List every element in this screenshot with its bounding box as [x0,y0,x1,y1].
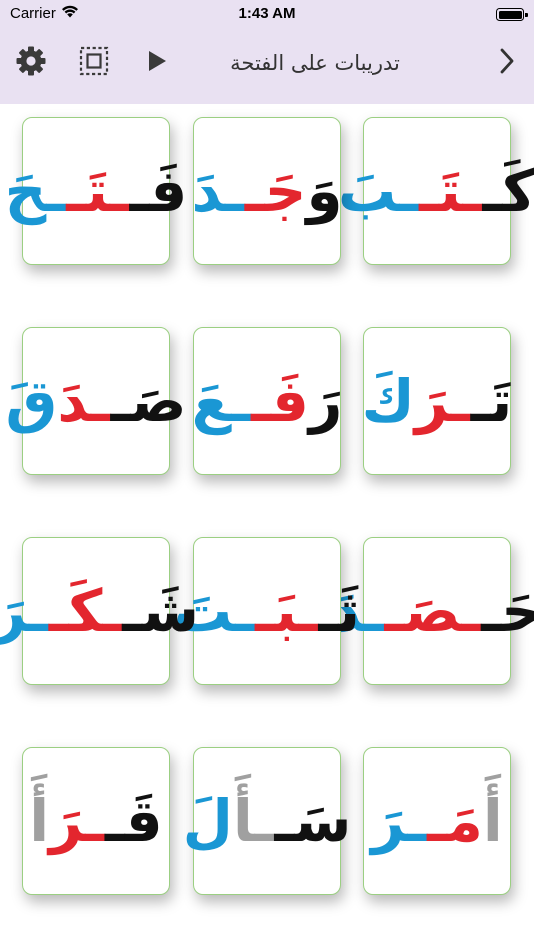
word-card[interactable]: وَجَــدَ [192,117,343,265]
word-text: أَمَــرَ [371,792,503,850]
letter-segment: ـرَ [371,787,428,855]
word-text: تَــرَكَ [362,372,513,430]
word-text: قَــرَأَ [29,792,163,850]
select-all-button[interactable] [76,45,112,81]
letter-segment: حَـ [481,577,534,645]
letter-segment: ـحَ [4,157,67,225]
letter-segment: رَ [308,367,343,435]
letter-segment: تَـ [470,367,513,435]
letter-segment: ـرَ [49,787,105,855]
letter-segment: ـرَ [0,577,49,645]
nav-bar: تدريبات على الفتحة [0,28,534,104]
letter-segment: كَـ [482,157,534,225]
letter-segment: فَـ [129,157,188,225]
letter-segment: أَ [29,787,50,855]
settings-button[interactable] [13,45,49,81]
status-bar: Carrier 1:43 AM [0,0,534,28]
word-card[interactable]: كَــتَــبَ [338,117,534,265]
select-all-icon [79,46,109,80]
letter-segment: سَـ [274,787,352,855]
word-grid: كَــتَــبَ وَجَــدَ فَــتَــحَ تَــرَكَ … [0,104,534,950]
letter-segment: قَ [5,367,58,435]
word-text: وَجَــدَ [192,162,343,220]
battery-icon [496,8,528,21]
letter-segment: ـبَـ [255,577,319,645]
letter-segment: وَ [306,157,343,225]
battery-level [498,10,522,19]
word-text: شَــكَــرَ [0,582,199,640]
letter-segment: شَـ [122,577,200,645]
page-title: تدريبات على الفتحة [230,51,400,75]
play-button[interactable] [139,45,175,81]
word-card[interactable]: حَــصَــدَ [331,537,534,685]
letter-segment: فَـ [251,367,309,435]
letter-segment: ـبَ [337,157,420,225]
word-text: حَــصَــدَ [331,582,534,640]
chevron-right-icon [498,47,516,79]
word-card[interactable]: قَــرَأَ [22,747,170,895]
letter-segment: ـصَـ [384,577,482,645]
letter-segment: لَ [182,787,233,855]
word-card[interactable]: ثَــبَــتَ [174,537,360,685]
word-card[interactable]: فَــتَــحَ [5,117,187,265]
word-card[interactable]: صَــدَقَ [5,327,187,475]
status-time: 1:43 AM [238,5,296,22]
word-card[interactable]: شَــكَــرَ [0,537,199,685]
word-card[interactable]: أَمَــرَ [363,747,511,895]
gear-icon [15,45,47,81]
word-text: ثَــبَــتَ [174,582,360,640]
battery-tip [525,12,528,17]
letter-segment: جَـ [244,157,307,225]
word-text: كَــتَــبَ [338,162,534,220]
word-card[interactable]: تَــرَكَ [362,327,513,475]
word-text: رَفَــعَ [192,372,343,430]
letter-segment: مَـ [427,787,483,855]
forward-button[interactable] [489,45,525,81]
word-card[interactable]: رَفَــعَ [192,327,343,475]
letter-segment: كَ [361,367,415,435]
word-text: سَــأَلَ [183,792,352,850]
letter-segment: ـرَ [414,367,471,435]
word-text: صَــدَقَ [5,372,186,430]
word-card[interactable]: سَــأَلَ [183,747,351,895]
letter-segment: ثَـ [318,577,361,645]
letter-segment: صَـ [110,367,187,435]
letter-segment: ـدَ [57,367,111,435]
letter-segment: ـأَ [232,787,275,855]
letter-segment: ـدَ [191,157,245,225]
letter-segment: ـكَـ [48,577,123,645]
letter-segment: ـتَـ [419,157,483,225]
letter-segment: ـتَـ [66,157,130,225]
word-text: فَــتَــحَ [5,162,188,220]
letter-segment: أَ [482,787,503,855]
letter-segment: قَـ [104,787,163,855]
letter-segment: ـعَ [191,367,252,435]
play-icon [146,49,168,77]
